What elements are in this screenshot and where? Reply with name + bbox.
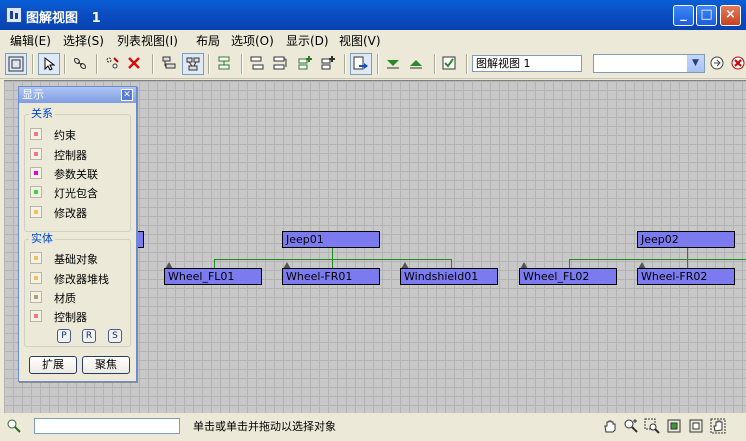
node-jeep01[interactable]: Jeep01: [282, 231, 380, 248]
delete-button[interactable]: [124, 53, 146, 75]
zoom-region-icon[interactable]: [644, 418, 660, 434]
menu-display[interactable]: 显示(D): [286, 32, 329, 49]
arrange-children-button[interactable]: [247, 53, 269, 75]
unlink-icon: [106, 57, 119, 69]
collapse-selected-button[interactable]: [406, 53, 428, 75]
focus-button[interactable]: 聚焦: [82, 356, 130, 374]
collapse-arrow-icon: [410, 60, 422, 69]
display-panel-title: 显示: [19, 87, 136, 103]
minimize-button[interactable]: _: [673, 5, 694, 26]
entities-label: 实体: [29, 232, 55, 245]
close-button[interactable]: ×: [720, 5, 741, 26]
chevron-down-icon[interactable]: ▼: [687, 55, 704, 72]
view-name-field[interactable]: 图解视图 1: [472, 55, 582, 72]
go-arrow-icon: [710, 56, 724, 70]
menu-layout[interactable]: 布局: [196, 32, 220, 49]
close-icon[interactable]: ✕: [121, 89, 133, 101]
position-button[interactable]: P: [57, 329, 71, 343]
menu-list-view[interactable]: 列表视图(I): [117, 32, 178, 49]
arrange-icon: [218, 56, 230, 70]
arrange-selected-icon: [273, 56, 287, 70]
status-bar: 单击或单击并拖动以选择对象: [0, 413, 746, 441]
move-children-icon: [353, 56, 368, 70]
hierarchy-mode-button[interactable]: [159, 53, 181, 75]
modifier-stack-color-icon: [34, 276, 38, 280]
preferences-button[interactable]: [439, 53, 461, 75]
link-icon: [73, 57, 87, 70]
maximize-button[interactable]: □: [696, 5, 717, 26]
menu-view[interactable]: 视图(V): [339, 32, 381, 49]
arrange-selected-button[interactable]: [270, 53, 292, 75]
status-message: 单击或单击并拖动以选择对象: [193, 420, 336, 433]
expand-selected-button[interactable]: [383, 53, 405, 75]
move-children-button[interactable]: [350, 53, 372, 75]
base-object-color-icon: [34, 256, 38, 260]
references-icon: [186, 57, 200, 71]
light-include-color-icon: [34, 190, 38, 194]
hierarchy-icon: [162, 56, 176, 69]
pan-to-selected-icon[interactable]: [710, 418, 726, 434]
expand-arrow-icon: [387, 60, 399, 69]
controller-entity-color-icon: [34, 314, 38, 318]
node-windshield01[interactable]: Windshield01: [400, 268, 498, 285]
node-jeep02[interactable]: Jeep02: [637, 231, 735, 248]
delete-bookmark-button[interactable]: [728, 53, 746, 75]
remove-icon: [731, 56, 745, 70]
title-bar: 图解视图 1 _ □ ×: [0, 0, 746, 30]
controller-color-icon: [34, 152, 38, 156]
connect-button[interactable]: [70, 53, 92, 75]
rotation-button[interactable]: R: [82, 329, 96, 343]
node-wheel-fr01[interactable]: Wheel-FR01: [282, 268, 380, 285]
cursor-icon: [44, 56, 56, 71]
relations-label: 关系: [29, 107, 55, 120]
display-panel: 显示 ✕ 关系 约束 控制器 参数关联 灯光包含 修改器 实体 基础对象 修改器…: [18, 86, 137, 382]
name-search-input[interactable]: [34, 418, 180, 434]
node-wheel-fl01[interactable]: Wheel_FL01: [164, 268, 262, 285]
window-title: 图解视图 1: [26, 11, 101, 26]
free-selected-icon: [321, 56, 335, 70]
display-panel-icon: [8, 56, 24, 72]
menu-options[interactable]: 选项(O): [231, 32, 274, 49]
pan-hand-icon[interactable]: [602, 418, 618, 434]
param-wiring-color-icon: [34, 171, 38, 175]
zoom-icon[interactable]: [623, 418, 639, 434]
display-floater-button[interactable]: [5, 53, 27, 75]
toolbar: 图解视图 1 ▼: [0, 50, 746, 79]
free-all-button[interactable]: [295, 53, 317, 75]
prs-button-row: P R S: [19, 329, 136, 343]
menu-edit[interactable]: 编辑(E): [10, 32, 51, 49]
app-icon: [6, 7, 22, 23]
modifier-color-icon: [34, 210, 38, 214]
zoom-extents-selected-icon[interactable]: [688, 418, 704, 434]
delete-x-icon: [128, 57, 140, 69]
checkbox-icon: [442, 56, 456, 70]
unlink-selected-button[interactable]: [102, 53, 124, 75]
scale-button[interactable]: S: [108, 329, 122, 343]
free-all-icon: [298, 56, 312, 70]
free-selected-button[interactable]: [318, 53, 340, 75]
arrange-children-icon: [250, 56, 264, 70]
constraint-color-icon: [34, 132, 38, 136]
node-wheel-fr02[interactable]: Wheel-FR02: [637, 268, 735, 285]
zoom-to-bookmark-button[interactable]: [707, 53, 729, 75]
material-color-icon: [34, 295, 38, 299]
menu-select[interactable]: 选择(S): [63, 32, 104, 49]
zoom-extents-icon[interactable]: [666, 418, 682, 434]
menu-bar: 编辑(E) 选择(S) 列表视图(I) 布局 选项(O) 显示(D) 视图(V): [0, 30, 746, 49]
node-wheel-fl02[interactable]: Wheel_FL02: [519, 268, 617, 285]
always-arrange-button[interactable]: [214, 53, 236, 75]
expand-button[interactable]: 扩展: [29, 356, 77, 374]
bookmark-dropdown[interactable]: ▼: [593, 54, 705, 73]
zoom-find-icon[interactable]: [6, 418, 22, 434]
references-mode-button[interactable]: [182, 53, 204, 75]
select-button[interactable]: [38, 53, 60, 75]
